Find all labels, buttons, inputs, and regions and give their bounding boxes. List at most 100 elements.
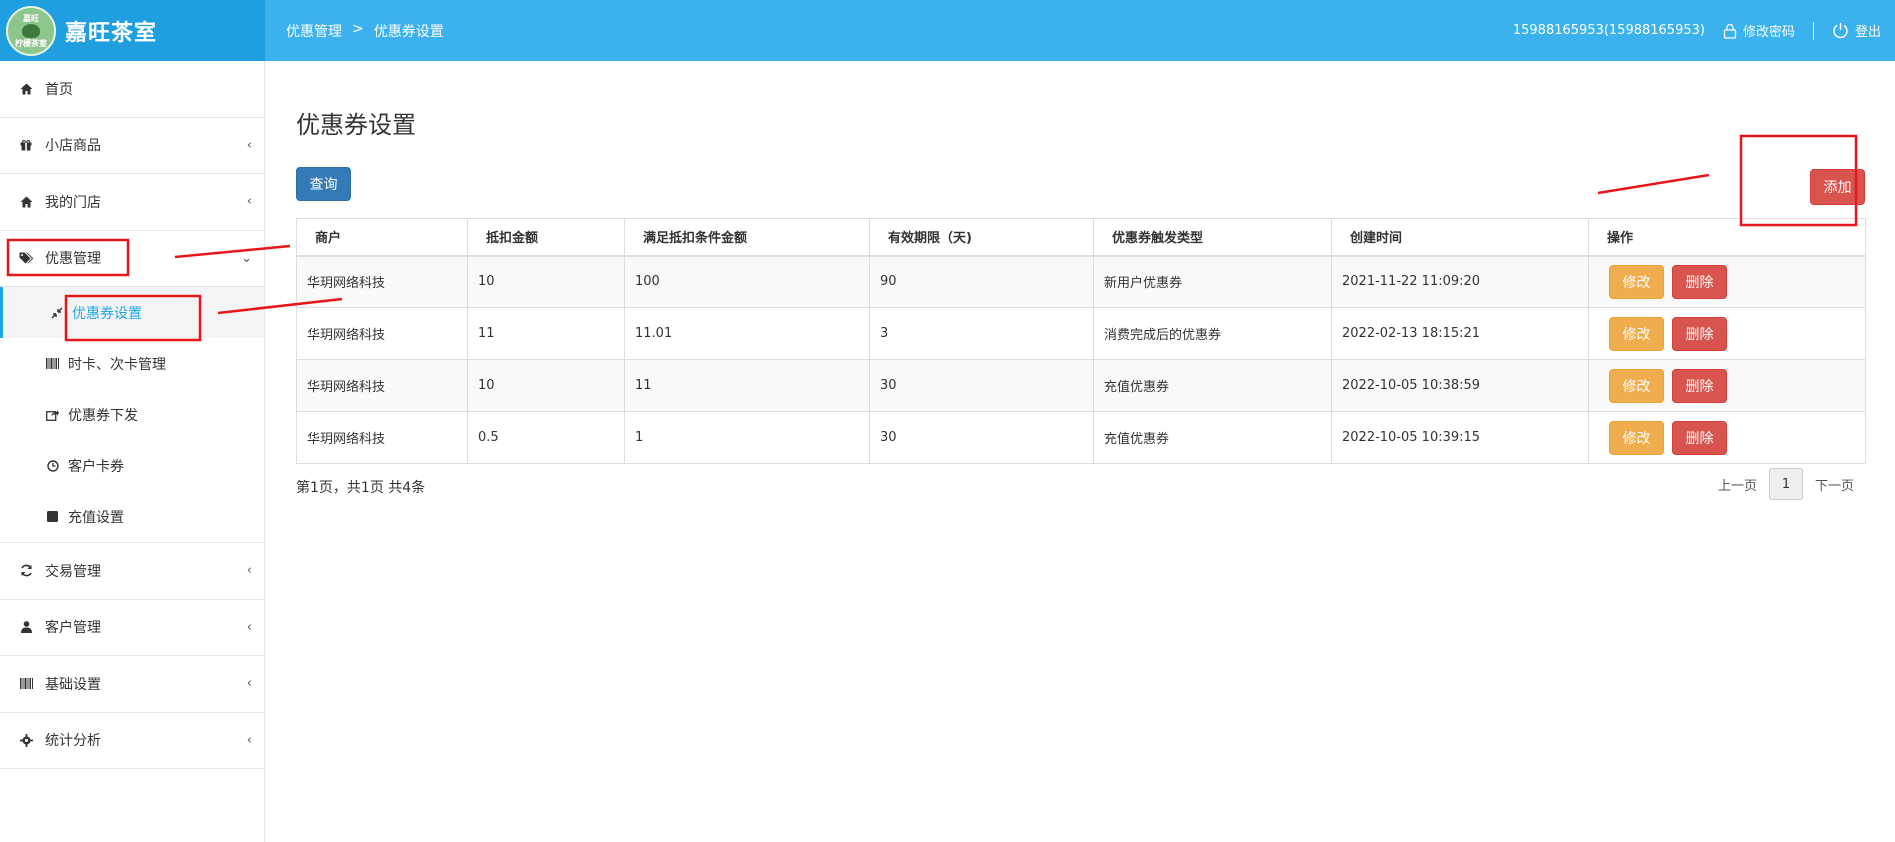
sidebar-subitem-coupon-settings[interactable]: 优惠券设置 <box>0 287 264 338</box>
cell-validity-days: 3 <box>869 307 1094 360</box>
header-divider <box>1812 21 1814 40</box>
cell-merchant: 华玥网络科技 <box>296 359 468 412</box>
sidebar-item-statistics[interactable]: 统计分析 ‹ <box>0 713 264 769</box>
cell-actions: 修改 删除 <box>1588 411 1866 464</box>
table-row: 华玥网络科技 10 11 30 充值优惠券 2022-10-05 10:38:5… <box>296 359 1866 412</box>
table-row: 华玥网络科技 11 11.01 3 消费完成后的优惠券 2022-02-13 1… <box>296 307 1866 360</box>
sidebar-subitem-label: 客户卡券 <box>68 458 124 475</box>
lock-icon <box>1723 23 1737 39</box>
cell-validity-days: 90 <box>869 255 1094 308</box>
breadcrumb: 优惠管理 > 优惠券设置 <box>286 21 444 41</box>
breadcrumb-separator: > <box>352 20 364 37</box>
prev-page-button[interactable]: 上一页 <box>1706 475 1769 494</box>
top-right-group: 15988165953(15988165953) 修改密码 登出 <box>1513 0 1895 61</box>
sidebar-subitem-recharge-settings[interactable]: 充值设置 <box>0 491 264 542</box>
brand-logo: 嘉旺 柠檬茶室 <box>6 5 56 56</box>
gift-icon <box>19 138 33 152</box>
home-icon <box>19 82 33 96</box>
current-page-button[interactable]: 1 <box>1768 468 1803 500</box>
cell-deduct-amount: 10 <box>467 255 625 308</box>
delete-button[interactable]: 删除 <box>1672 264 1727 299</box>
cell-actions: 修改 删除 <box>1588 307 1866 360</box>
breadcrumb-item-coupon-settings: 优惠券设置 <box>373 23 444 40</box>
sidebar-item-shop-products[interactable]: 小店商品 ‹ <box>0 118 264 174</box>
next-page-button[interactable]: 下一页 <box>1803 475 1866 494</box>
sidebar-item-home[interactable]: 首页 <box>0 61 264 118</box>
chevron-left-icon: ‹ <box>246 137 252 153</box>
sidebar-subitem-coupon-issue[interactable]: 优惠券下发 <box>0 389 264 440</box>
brand-bar: 嘉旺 柠檬茶室 嘉旺茶室 <box>0 0 265 61</box>
sidebar-subitem-label: 时卡、次卡管理 <box>68 356 166 373</box>
share-icon <box>46 408 59 421</box>
sidebar-item-discount-management[interactable]: 优惠管理 ⌄ <box>0 231 264 287</box>
barcode-icon <box>46 357 59 370</box>
edit-button[interactable]: 修改 <box>1609 420 1664 455</box>
add-button[interactable]: 添加 <box>1810 169 1865 205</box>
sidebar-item-my-store[interactable]: 我的门店 ‹ <box>0 174 264 231</box>
column-header-created-at: 创建时间 <box>1331 218 1589 257</box>
column-header-actions: 操作 <box>1588 218 1866 257</box>
logout-label: 登出 <box>1854 25 1881 40</box>
pagination-info: 第1页，共1页 共4条 <box>296 480 426 496</box>
cell-created-at: 2022-10-05 10:38:59 <box>1331 359 1589 412</box>
change-password-label: 修改密码 <box>1742 25 1795 40</box>
logo-figure <box>22 23 40 38</box>
cell-validity-days: 30 <box>869 359 1094 412</box>
sidebar-item-label: 统计分析 <box>45 733 101 750</box>
sidebar-item-customers[interactable]: 客户管理 ‹ <box>0 600 264 656</box>
column-header-validity-days: 有效期限（天) <box>869 218 1094 257</box>
edit-button[interactable]: 修改 <box>1609 368 1664 403</box>
edit-button[interactable]: 修改 <box>1609 264 1664 299</box>
sidebar-item-label: 首页 <box>45 81 73 98</box>
chevron-left-icon: ‹ <box>246 676 252 692</box>
cell-trigger-type: 消费完成后的优惠券 <box>1093 307 1332 360</box>
coupon-table: 商户 抵扣金额 满足抵扣条件金额 有效期限（天) 优惠券触发类型 创建时间 操作… <box>296 218 1866 464</box>
chevron-left-icon: ‹ <box>246 732 252 748</box>
table-row: 华玥网络科技 0.5 1 30 充值优惠券 2022-10-05 10:39:1… <box>296 411 1866 464</box>
cell-min-amount: 1 <box>624 411 870 464</box>
cell-deduct-amount: 10 <box>467 359 625 412</box>
cell-deduct-amount: 0.5 <box>467 411 625 464</box>
cell-validity-days: 30 <box>869 411 1094 464</box>
query-button[interactable]: 查询 <box>296 167 351 201</box>
column-header-deduct-amount: 抵扣金额 <box>467 218 625 257</box>
cell-min-amount: 100 <box>624 255 870 308</box>
edit-button[interactable]: 修改 <box>1609 316 1664 351</box>
table-row: 华玥网络科技 10 100 90 新用户优惠券 2021-11-22 11:09… <box>296 255 1866 308</box>
stop-icon <box>46 510 59 523</box>
cell-merchant: 华玥网络科技 <box>296 411 468 464</box>
user-icon <box>19 620 33 634</box>
power-icon <box>1832 22 1849 39</box>
cell-actions: 修改 删除 <box>1588 359 1866 412</box>
column-header-merchant: 商户 <box>296 218 468 257</box>
cell-created-at: 2021-11-22 11:09:20 <box>1331 255 1589 308</box>
column-header-min-amount: 满足抵扣条件金额 <box>624 218 870 257</box>
logo-top-text: 嘉旺 <box>23 13 39 23</box>
sidebar-item-label: 我的门店 <box>45 194 101 211</box>
delete-button[interactable]: 删除 <box>1672 368 1727 403</box>
cell-created-at: 2022-10-05 10:39:15 <box>1331 411 1589 464</box>
delete-button[interactable]: 删除 <box>1672 420 1727 455</box>
home-icon <box>19 195 33 209</box>
sidebar-subitem-time-card[interactable]: 时卡、次卡管理 <box>0 338 264 389</box>
sidebar-item-label: 客户管理 <box>45 620 101 637</box>
change-password-link[interactable]: 修改密码 <box>1723 21 1795 40</box>
delete-button[interactable]: 删除 <box>1672 316 1727 351</box>
sidebar-item-label: 基础设置 <box>45 676 101 693</box>
cell-deduct-amount: 11 <box>467 307 625 360</box>
page-title: 优惠券设置 <box>296 111 416 139</box>
pagination: 上一页 1 下一页 <box>1706 468 1866 500</box>
sidebar-item-basic-settings[interactable]: 基础设置 ‹ <box>0 656 264 713</box>
chevron-left-icon: ‹ <box>246 563 252 579</box>
logout-link[interactable]: 登出 <box>1832 21 1881 40</box>
logo-bottom-text: 柠檬茶室 <box>15 38 47 48</box>
cell-actions: 修改 删除 <box>1588 255 1866 308</box>
cell-trigger-type: 充值优惠券 <box>1093 411 1332 464</box>
refresh-icon <box>19 564 33 578</box>
cell-merchant: 华玥网络科技 <box>296 255 468 308</box>
sidebar-subitem-customer-coupons[interactable]: 客户卡券 <box>0 440 264 491</box>
cell-created-at: 2022-02-13 18:15:21 <box>1331 307 1589 360</box>
breadcrumb-item-discount[interactable]: 优惠管理 <box>286 21 342 41</box>
sidebar-item-transactions[interactable]: 交易管理 ‹ <box>0 543 264 600</box>
brand-name: 嘉旺茶室 <box>65 20 158 46</box>
